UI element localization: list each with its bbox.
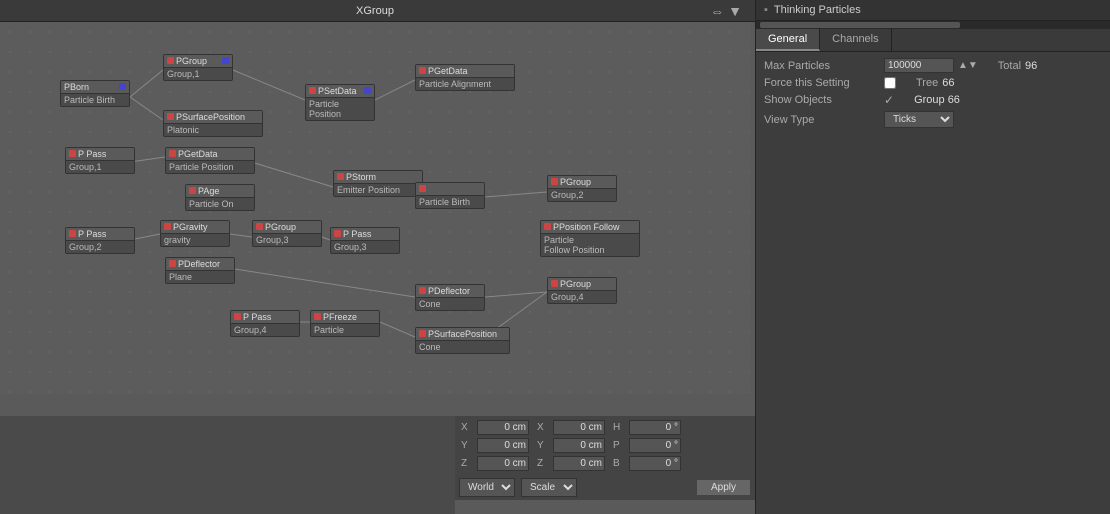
node-page[interactable]: PAge Particle On: [185, 184, 255, 211]
node-psetdata[interactable]: PSetData ParticlePosition: [305, 84, 375, 121]
z-label: Z: [461, 458, 473, 469]
dropdown-icon[interactable]: ▼: [728, 3, 742, 19]
node-psurface1[interactable]: PSurfacePosition Platonic: [163, 110, 263, 137]
b-input[interactable]: [629, 456, 681, 471]
window-title: XGroup: [356, 5, 394, 17]
right-panel: ▪ Thinking Particles General Channels Ma…: [755, 0, 1110, 514]
show-objects-check-icon: ✓: [884, 93, 894, 107]
x2-label: X: [537, 422, 549, 433]
view-type-row: View Type Ticks: [764, 111, 1102, 128]
node-pgetdata1[interactable]: PGetData Particle Alignment: [415, 64, 515, 91]
force-setting-row: Force this Setting Tree 66: [764, 77, 1102, 89]
z-input1[interactable]: [477, 456, 529, 471]
view-type-select[interactable]: Ticks: [884, 111, 954, 128]
total-value: 96: [1025, 60, 1037, 72]
connections-overlay: [0, 22, 750, 394]
z-input2[interactable]: [553, 456, 605, 471]
scrollbar-thumb[interactable]: [760, 22, 960, 28]
move-icon[interactable]: ⇔: [710, 3, 724, 19]
node-pgravity[interactable]: PGravity gravity: [160, 220, 230, 247]
node-pdeflector1[interactable]: PDeflector Plane: [165, 257, 235, 284]
panel-content: Max Particles ▲▼ Total 96 Force this Set…: [756, 52, 1110, 138]
y-label: Y: [461, 440, 473, 451]
node-particle-birth[interactable]: Particle Birth: [415, 182, 485, 209]
max-particles-label: Max Particles: [764, 60, 884, 72]
tab-general[interactable]: General: [756, 29, 820, 51]
scale-select[interactable]: Scale: [521, 478, 577, 497]
tree-label: Tree: [916, 77, 938, 89]
max-particles-row: Max Particles ▲▼ Total 96: [764, 58, 1102, 73]
node-pgroup4[interactable]: PGroup Group,4: [547, 277, 617, 304]
node-psurface2[interactable]: PSurfacePosition Cone: [415, 327, 510, 354]
scrollbar[interactable]: [756, 21, 1110, 29]
apply-button[interactable]: Apply: [696, 479, 751, 496]
tree-value: 66: [942, 77, 954, 89]
panel-icon: ▪: [764, 4, 768, 16]
world-select[interactable]: World: [459, 478, 515, 497]
tab-channels[interactable]: Channels: [820, 29, 891, 51]
node-pposition[interactable]: PPosition Follow ParticleFollow Position: [540, 220, 640, 257]
node-ppass2[interactable]: P Pass Group,2: [65, 227, 135, 254]
node-pgroup1[interactable]: PGroup Group,1: [163, 54, 233, 81]
h-input[interactable]: [629, 420, 681, 435]
node-pstorm[interactable]: PStorm Emitter Position: [333, 170, 423, 197]
p-label: P: [613, 440, 625, 451]
stepper-icon[interactable]: ▲▼: [958, 60, 978, 71]
node-pdeflector2[interactable]: PDeflector Cone: [415, 284, 485, 311]
node-pborn[interactable]: PBorn Particle Birth: [60, 80, 130, 107]
node-pgroup2[interactable]: PGroup Group,2: [547, 175, 617, 202]
max-particles-input[interactable]: [884, 58, 954, 73]
p-input[interactable]: [629, 438, 681, 453]
x-input1[interactable]: [477, 420, 529, 435]
node-canvas[interactable]: PBorn Particle Birth PGroup Group,1 PGet…: [0, 22, 750, 394]
window-title-bar: XGroup ⇔ ▼: [0, 0, 750, 22]
force-setting-checkbox[interactable]: [884, 77, 896, 89]
x-label: X: [461, 422, 473, 433]
node-ppass3[interactable]: P Pass Group,3: [330, 227, 400, 254]
x-input2[interactable]: [553, 420, 605, 435]
force-setting-label: Force this Setting: [764, 77, 884, 89]
show-objects-group: Group 66: [914, 94, 960, 106]
show-objects-row: Show Objects ✓ Group 66: [764, 93, 1102, 107]
b-label: B: [613, 458, 625, 469]
node-pgroup3[interactable]: PGroup Group,3: [252, 220, 322, 247]
h-label: H: [613, 422, 625, 433]
window-controls[interactable]: ⇔ ▼: [710, 3, 742, 19]
view-type-label: View Type: [764, 114, 884, 126]
panel-tabs: General Channels: [756, 29, 1110, 52]
node-ppass4[interactable]: P Pass Group,4: [230, 310, 300, 337]
panel-title: Thinking Particles: [774, 4, 861, 16]
total-label: Total: [998, 60, 1021, 72]
node-ppass1[interactable]: P Pass Group,1: [65, 147, 135, 174]
show-objects-label: Show Objects: [764, 94, 884, 106]
z2-label: Z: [537, 458, 549, 469]
y2-label: Y: [537, 440, 549, 451]
node-pgetdata2[interactable]: PGetData Particle Position: [165, 147, 255, 174]
coord-panel: X X H Y Y P Z Z B: [455, 416, 755, 474]
bottom-buttons: World Scale Apply: [455, 474, 755, 500]
node-pfreeze[interactable]: PFreeze Particle: [310, 310, 380, 337]
bottom-left-panel: [0, 416, 455, 514]
y-input2[interactable]: [553, 438, 605, 453]
panel-header: ▪ Thinking Particles: [756, 0, 1110, 21]
y-input1[interactable]: [477, 438, 529, 453]
